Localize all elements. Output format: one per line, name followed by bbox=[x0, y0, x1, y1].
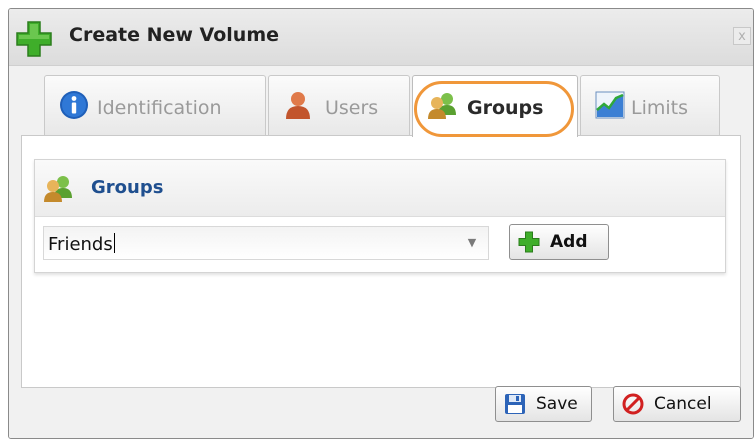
cancel-button-label: Cancel bbox=[654, 394, 712, 414]
dialog-title: Create New Volume bbox=[69, 24, 280, 46]
user-icon bbox=[286, 92, 310, 119]
group-select[interactable]: Friends ▼ bbox=[43, 226, 489, 260]
plus-icon bbox=[16, 21, 52, 57]
tab-users[interactable]: Users bbox=[268, 75, 410, 135]
close-button[interactable]: x bbox=[733, 27, 751, 45]
tab-limits-label: Limits bbox=[631, 97, 688, 119]
close-icon: x bbox=[738, 29, 746, 44]
group-select-value: Friends bbox=[48, 234, 113, 255]
tab-groups-label: Groups bbox=[467, 97, 544, 119]
cancel-button[interactable]: Cancel bbox=[613, 386, 741, 422]
dialog-titlebar: Create New Volume x bbox=[9, 9, 753, 66]
groups-icon bbox=[44, 176, 72, 202]
plus-icon bbox=[518, 231, 540, 253]
cancel-icon bbox=[622, 393, 644, 415]
tab-limits[interactable]: Limits bbox=[580, 75, 720, 135]
add-group-button[interactable]: Add bbox=[509, 224, 609, 260]
tab-groups[interactable]: Groups bbox=[412, 75, 578, 137]
create-volume-dialog: Create New Volume x Identification Users bbox=[8, 8, 754, 439]
chart-icon bbox=[595, 91, 625, 119]
add-button-label: Add bbox=[550, 232, 588, 252]
floppy-disk-icon bbox=[505, 394, 525, 414]
tab-identification-label: Identification bbox=[97, 97, 222, 119]
groups-panel-title: Groups bbox=[91, 177, 164, 198]
chevron-down-icon[interactable]: ▼ bbox=[456, 227, 488, 259]
tab-identification[interactable]: Identification bbox=[44, 75, 266, 135]
info-icon bbox=[60, 91, 88, 119]
groups-panel-header: Groups bbox=[35, 160, 725, 217]
save-button-label: Save bbox=[536, 394, 578, 414]
save-button[interactable]: Save bbox=[495, 386, 592, 422]
groups-icon bbox=[428, 93, 456, 119]
tab-strip: Identification Users Groups Limits bbox=[21, 65, 741, 137]
groups-panel: Groups Friends ▼ Add bbox=[34, 159, 726, 273]
tab-users-label: Users bbox=[325, 97, 379, 119]
